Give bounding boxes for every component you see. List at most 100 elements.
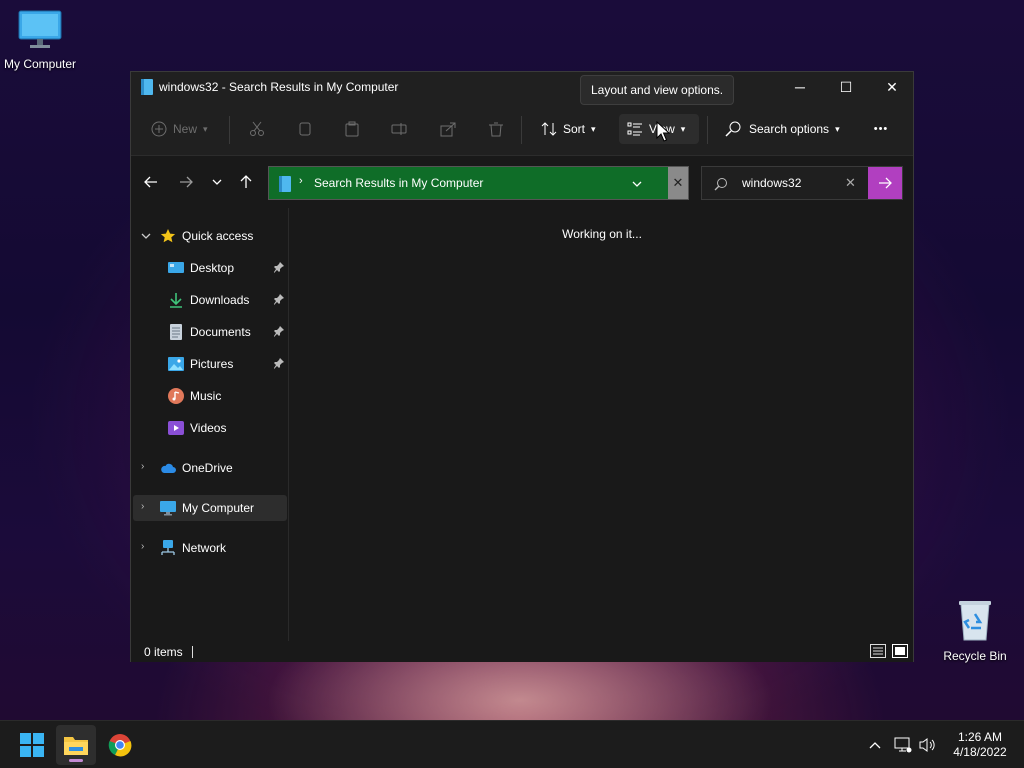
chevron-up-icon — [869, 742, 881, 749]
clock[interactable]: 1:26 AM 4/18/2022 — [940, 730, 1020, 760]
cut-button[interactable] — [249, 114, 265, 144]
file-explorer-window: windows32 - Search Results in My Compute… — [130, 71, 914, 662]
chevron-down-icon[interactable] — [631, 179, 643, 189]
sidebar-item-label: Documents — [190, 325, 251, 339]
chevron-right-icon[interactable]: › — [141, 501, 144, 512]
search-clear-icon[interactable]: ✕ — [845, 175, 856, 191]
search-go-button[interactable] — [868, 167, 902, 199]
address-bar[interactable]: › Search Results in My Computer ✕ — [268, 166, 689, 200]
arrow-right-icon — [180, 176, 193, 188]
show-hidden-icons-button[interactable] — [862, 721, 888, 768]
title-bar[interactable]: windows32 - Search Results in My Compute… — [131, 72, 913, 102]
file-list-pane[interactable]: Working on it... — [291, 208, 913, 641]
network-tray-button[interactable] — [892, 721, 914, 768]
sidebar-item-music[interactable]: Music — [133, 383, 287, 409]
sort-button[interactable]: Sort ▾ — [537, 114, 603, 144]
share-button[interactable] — [440, 114, 456, 144]
tiles-view-icon[interactable] — [892, 644, 908, 658]
sidebar-item-quick-access[interactable]: Quick access — [133, 223, 287, 249]
sidebar-item-videos[interactable]: Videos — [133, 415, 287, 441]
sidebar-item-label: Downloads — [190, 293, 250, 307]
recycle-bin-icon — [959, 601, 991, 641]
chevron-down-icon[interactable] — [141, 232, 151, 240]
network-icon — [161, 540, 175, 555]
status-divider — [192, 646, 193, 658]
taskbar-file-explorer[interactable] — [56, 725, 96, 765]
sidebar-item-pictures[interactable]: Pictures — [133, 351, 287, 377]
volume-button[interactable] — [917, 721, 939, 768]
close-button[interactable]: ✕ — [869, 72, 915, 102]
active-indicator — [69, 759, 83, 762]
rename-button[interactable] — [391, 114, 407, 144]
minimize-button[interactable]: ─ — [777, 72, 823, 102]
chevron-down-icon: ▾ — [203, 123, 208, 134]
desktop-folder-icon — [168, 262, 184, 273]
separator — [707, 116, 708, 144]
separator — [521, 116, 522, 144]
view-list-icon — [627, 122, 642, 136]
maximize-icon: ☐ — [839, 78, 853, 95]
desktop-icon-label: Recycle Bin — [943, 649, 1007, 663]
separator — [229, 116, 230, 144]
sort-label: Sort — [563, 122, 586, 136]
chevron-down-icon: ▾ — [591, 123, 596, 134]
desktop-icon-my-computer[interactable]: My Computer — [0, 10, 80, 71]
clock-time: 1:26 AM — [957, 730, 1003, 744]
more-options-button[interactable]: ••• — [867, 114, 895, 144]
sidebar-item-desktop[interactable]: Desktop — [133, 255, 287, 281]
delete-button[interactable] — [488, 114, 504, 144]
breadcrumb-chevron-icon: › — [299, 175, 303, 187]
start-button[interactable] — [12, 725, 52, 765]
up-button[interactable] — [234, 171, 258, 193]
pin-icon — [274, 358, 284, 369]
search-results-icon — [279, 176, 291, 192]
maximize-button[interactable]: ☐ — [823, 72, 869, 102]
sidebar-item-onedrive[interactable]: › OneDrive — [133, 455, 287, 481]
sidebar-item-label: Videos — [190, 421, 227, 435]
pin-icon — [274, 294, 284, 305]
sidebar-item-downloads[interactable]: Downloads — [133, 287, 287, 313]
desktop-icon-label: My Computer — [3, 57, 77, 71]
clock-date: 4/18/2022 — [953, 745, 1007, 759]
video-icon — [168, 421, 184, 435]
speaker-icon — [919, 738, 935, 752]
search-input[interactable]: windows32 — [742, 176, 801, 190]
view-tooltip: Layout and view options. — [580, 75, 735, 105]
copy-button[interactable] — [297, 114, 313, 144]
item-count: 0 items — [144, 645, 183, 659]
sidebar-item-documents[interactable]: Documents — [133, 319, 287, 345]
address-clear-button[interactable]: ✕ — [668, 167, 688, 199]
monitor-icon — [18, 10, 62, 48]
windows-logo-icon — [20, 733, 44, 757]
sidebar-item-label: Pictures — [190, 357, 234, 371]
chevron-down-icon — [212, 179, 222, 185]
details-view-icon[interactable] — [870, 644, 886, 658]
chevron-right-icon[interactable]: › — [141, 461, 144, 472]
chevron-down-icon: ▾ — [835, 123, 840, 134]
search-options-button[interactable]: Search options ▾ — [725, 114, 845, 144]
scissors-icon — [250, 121, 264, 136]
desktop-icon-recycle-bin[interactable]: Recycle Bin — [935, 598, 1015, 663]
loading-message: Working on it... — [562, 227, 642, 241]
sidebar-item-my-computer[interactable]: › My Computer — [133, 495, 287, 521]
sort-icon — [541, 122, 557, 136]
new-button[interactable]: New ▾ — [151, 114, 217, 144]
clipboard-icon — [345, 121, 359, 137]
taskbar-chrome[interactable] — [100, 725, 140, 765]
new-label: New — [173, 122, 198, 136]
paste-button[interactable] — [344, 114, 360, 144]
arrow-right-icon — [879, 177, 892, 189]
forward-button[interactable] — [174, 171, 198, 193]
back-button[interactable] — [139, 171, 163, 193]
sidebar-item-label: Desktop — [190, 261, 235, 275]
folder-icon — [64, 737, 88, 755]
recent-locations-button[interactable] — [205, 171, 229, 193]
picture-icon — [168, 357, 184, 371]
sidebar-item-label: Music — [190, 389, 222, 403]
search-box[interactable]: windows32 ✕ — [701, 166, 903, 200]
navigation-bar: › Search Results in My Computer ✕ window… — [131, 156, 913, 208]
address-text: Search Results in My Computer — [314, 176, 484, 190]
chevron-right-icon[interactable]: › — [141, 541, 144, 552]
sidebar-item-network[interactable]: › Network — [133, 535, 287, 561]
music-icon — [168, 388, 184, 404]
